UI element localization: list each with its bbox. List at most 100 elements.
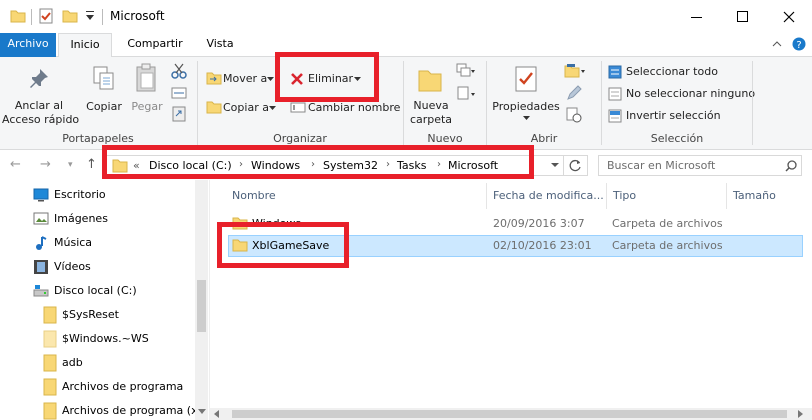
copy-label: Copiar xyxy=(86,100,122,113)
chevron-down-icon xyxy=(267,77,274,81)
nav-item-videos[interactable]: Vídeos xyxy=(0,256,195,278)
minimize-button[interactable] xyxy=(674,0,720,33)
highlight-box-folder xyxy=(217,222,349,268)
title-bar: Microsoft xyxy=(0,0,812,33)
column-header-name[interactable]: Nombre xyxy=(232,189,276,202)
move-to-button[interactable]: Mover a xyxy=(204,69,274,89)
videos-icon xyxy=(34,260,48,274)
copy-to-button[interactable]: Copiar a xyxy=(204,98,276,118)
nav-label: Imágenes xyxy=(54,212,108,225)
tab-vista[interactable]: Vista xyxy=(198,33,242,57)
group-label-portapapeles: Portapapeles xyxy=(62,132,134,145)
folder-icon xyxy=(43,306,57,324)
horizontal-scrollbar-thumb[interactable] xyxy=(232,410,787,418)
copy-button[interactable]: Copiar xyxy=(84,59,124,127)
select-none-button[interactable]: No seleccionar ninguno xyxy=(606,85,756,103)
properties-icon[interactable] xyxy=(38,8,54,24)
column-separator[interactable] xyxy=(486,183,487,209)
search-placeholder: Buscar en Microsoft xyxy=(607,159,716,172)
open-icon[interactable] xyxy=(564,63,586,79)
move-folder-icon xyxy=(206,72,222,85)
nav-item-disco-local[interactable]: Disco local (C:) xyxy=(0,280,195,302)
chevron-down-icon xyxy=(523,116,530,120)
nav-item-imagenes[interactable]: Imágenes xyxy=(0,208,195,230)
column-separator[interactable] xyxy=(726,183,727,209)
recent-locations-icon[interactable]: ▾ xyxy=(68,160,73,170)
cut-icon[interactable] xyxy=(171,63,187,79)
customize-toolbar-icon[interactable] xyxy=(84,8,96,24)
nav-item-archivos-de-programa[interactable]: Archivos de programa xyxy=(0,376,195,398)
copy-to-label: Copiar a xyxy=(223,101,269,114)
select-none-icon xyxy=(608,87,622,101)
paste-label: Pegar xyxy=(131,100,163,113)
nav-scrollbar-thumb[interactable] xyxy=(197,280,206,332)
horizontal-scrollbar[interactable] xyxy=(210,408,812,420)
column-header-date[interactable]: Fecha de modifica... xyxy=(493,189,604,202)
scroll-down-icon[interactable] xyxy=(198,409,206,415)
group-label-nuevo: Nuevo xyxy=(427,132,463,145)
new-folder-label-line1: Nueva xyxy=(413,99,449,112)
title-separator xyxy=(102,9,103,25)
address-dropdown-icon[interactable] xyxy=(551,163,559,168)
highlight-box-address xyxy=(102,145,534,179)
new-folder-icon[interactable] xyxy=(62,8,78,24)
nav-item-sysreset[interactable]: $SysReset xyxy=(0,304,195,326)
column-header-size[interactable]: Tamaño xyxy=(733,189,776,202)
nav-item-adb[interactable]: adb xyxy=(0,352,195,374)
address-separator xyxy=(563,156,564,175)
paste-button[interactable]: Pegar xyxy=(128,59,166,127)
chevron-down-icon xyxy=(269,106,276,110)
invert-selection-button[interactable]: Invertir selección xyxy=(606,107,726,125)
group-label-seleccionar: Selección xyxy=(650,132,704,145)
window-title: Microsoft xyxy=(110,9,165,23)
edit-icon[interactable] xyxy=(566,85,582,101)
select-all-icon xyxy=(608,65,622,79)
drive-icon xyxy=(33,285,49,297)
help-icon[interactable]: ? xyxy=(792,37,806,51)
nav-item-escritorio[interactable]: Escritorio xyxy=(0,184,195,206)
select-all-button[interactable]: Seleccionar todo xyxy=(606,63,726,81)
copy-icon xyxy=(93,66,114,90)
scroll-right-icon[interactable] xyxy=(798,410,804,418)
desktop-icon xyxy=(33,188,49,202)
scroll-left-icon[interactable] xyxy=(214,410,220,418)
new-item-icon[interactable] xyxy=(456,63,476,79)
nav-label: Vídeos xyxy=(54,260,91,273)
search-box[interactable]: Buscar en Microsoft xyxy=(598,155,802,176)
search-icon[interactable] xyxy=(785,160,797,172)
rename-label: Cambiar nombre xyxy=(308,101,401,114)
pin-quick-access-button[interactable]: Anclar al Acceso rápido xyxy=(2,59,80,127)
properties-button[interactable]: Propiedades xyxy=(492,59,560,127)
close-button[interactable] xyxy=(766,0,812,33)
easy-access-icon[interactable] xyxy=(456,86,476,102)
group-label-abrir: Abrir xyxy=(530,132,558,145)
tab-compartir[interactable]: Compartir xyxy=(120,33,190,57)
column-separator[interactable] xyxy=(606,183,607,209)
forward-arrow-icon[interactable]: → xyxy=(40,157,51,172)
pin-label-line2: Acceso rápido xyxy=(2,113,80,126)
refresh-icon[interactable] xyxy=(569,159,582,172)
paste-shortcut-icon[interactable] xyxy=(171,106,187,122)
file-type: Carpeta de archivos xyxy=(612,217,723,230)
tab-inicio[interactable]: Inicio xyxy=(58,33,112,58)
group-label-organizar: Organizar xyxy=(273,132,327,145)
nav-item-archivos-de-programa-x86[interactable]: Archivos de programa (x8 xyxy=(0,400,195,420)
collapse-ribbon-icon[interactable] xyxy=(772,40,782,48)
nav-item-windows-ws[interactable]: $Windows.~WS xyxy=(0,328,195,350)
up-arrow-icon[interactable]: ↑ xyxy=(86,157,97,172)
copy-folder-icon xyxy=(206,101,222,114)
group-separator xyxy=(752,61,753,145)
folder-icon xyxy=(10,10,26,23)
copy-path-icon[interactable] xyxy=(171,86,187,100)
nav-scrollbar[interactable] xyxy=(195,180,208,420)
highlight-box-delete xyxy=(275,52,379,102)
new-folder-button[interactable]: Nueva carpeta xyxy=(408,59,454,127)
file-list-pane: Nombre Fecha de modifica... Tipo Tamaño … xyxy=(209,180,812,420)
select-none-label: No seleccionar ninguno xyxy=(626,87,756,100)
back-arrow-icon[interactable]: ← xyxy=(10,157,21,172)
maximize-button[interactable] xyxy=(720,0,766,33)
nav-item-musica[interactable]: Música xyxy=(0,232,195,254)
column-header-type[interactable]: Tipo xyxy=(613,189,636,202)
tab-archivo[interactable]: Archivo xyxy=(0,33,56,57)
history-icon[interactable] xyxy=(566,107,582,123)
